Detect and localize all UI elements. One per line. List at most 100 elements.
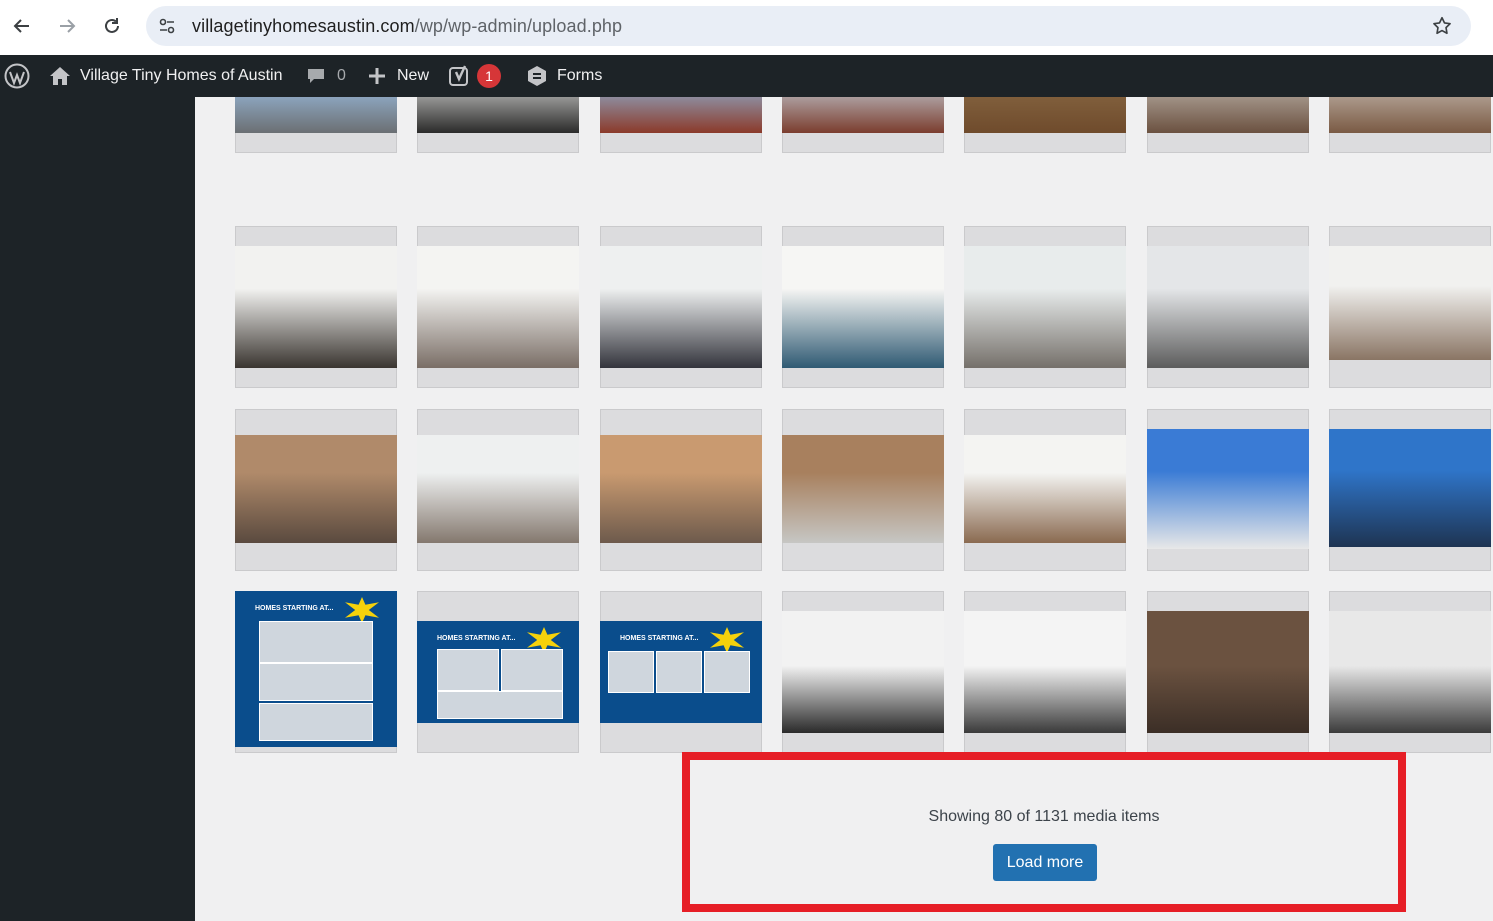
forms-label: Forms <box>557 67 603 84</box>
thumbnail-image <box>235 97 397 133</box>
forward-arrow-icon <box>60 19 76 33</box>
address-bar[interactable]: villagetinyhomesaustin.com/wp/wp-admin/u… <box>146 6 1471 46</box>
media-thumbnail[interactable]: HOMES STARTING AT... <box>235 591 397 753</box>
media-thumbnail[interactable] <box>964 591 1126 753</box>
media-thumbnail[interactable] <box>964 97 1126 153</box>
flyer-headline: HOMES STARTING AT... <box>437 635 516 642</box>
media-thumbnail[interactable] <box>1147 591 1309 753</box>
thumbnail-image <box>1147 97 1309 133</box>
home-icon <box>50 67 70 85</box>
flyer-photo <box>501 649 563 691</box>
load-more-area: Showing 80 of 1131 media items Load more <box>682 752 1406 912</box>
thumbnail-image <box>235 246 397 368</box>
thumbnail-image <box>964 611 1126 733</box>
flyer-headline: HOMES STARTING AT... <box>620 635 699 642</box>
media-thumbnail[interactable] <box>1147 409 1309 571</box>
flyer-photo <box>704 651 750 693</box>
gravity-forms-icon <box>528 66 546 86</box>
media-thumbnail[interactable] <box>417 226 579 388</box>
reload-icon <box>105 18 119 33</box>
wp-admin-bar: Village Tiny Homes of Austin 0 New 1 For… <box>0 55 1493 97</box>
load-more-button[interactable]: Load more <box>993 844 1097 881</box>
price-flyer-image: HOMES STARTING AT... <box>600 621 762 723</box>
comments-count: 0 <box>337 67 346 84</box>
reload-button[interactable] <box>98 10 126 42</box>
site-settings-icon[interactable] <box>158 17 176 35</box>
media-thumbnail[interactable] <box>782 97 944 153</box>
thumbnail-image <box>964 97 1126 133</box>
media-thumbnail[interactable] <box>1329 97 1491 153</box>
url-text: villagetinyhomesaustin.com/wp/wp-admin/u… <box>192 16 622 37</box>
thumbnail-image <box>417 97 579 133</box>
flyer-photo <box>259 703 373 741</box>
thumbnail-image <box>1147 246 1309 368</box>
price-burst-graphic <box>710 627 744 653</box>
media-thumbnail[interactable] <box>782 409 944 571</box>
thumbnail-image <box>1147 429 1309 549</box>
thumbnail-image <box>1329 97 1491 133</box>
flyer-photo <box>437 691 563 719</box>
back-button[interactable] <box>8 10 36 42</box>
thumbnail-image <box>1147 611 1309 733</box>
flyer-photo <box>259 663 373 701</box>
new-content-menu[interactable]: New <box>368 55 429 97</box>
flyer-photo <box>608 651 654 693</box>
thumbnail-image <box>235 435 397 543</box>
thumbnail-image <box>600 97 762 133</box>
media-thumbnail[interactable] <box>782 591 944 753</box>
bookmark-star-icon[interactable] <box>1431 15 1453 37</box>
media-thumbnail[interactable] <box>235 226 397 388</box>
highlight-box <box>682 752 1406 912</box>
wordpress-logo-icon <box>4 63 30 89</box>
media-thumbnail[interactable] <box>1147 226 1309 388</box>
site-name-menu[interactable]: Village Tiny Homes of Austin <box>49 55 282 97</box>
media-thumbnail[interactable] <box>235 409 397 571</box>
media-thumbnail[interactable] <box>782 226 944 388</box>
url-path: /wp/wp-admin/upload.php <box>414 16 623 36</box>
media-thumbnail[interactable]: HOMES STARTING AT... <box>417 591 579 753</box>
media-thumbnail[interactable] <box>600 226 762 388</box>
back-arrow-icon <box>13 19 29 33</box>
browser-toolbar: villagetinyhomesaustin.com/wp/wp-admin/u… <box>0 0 1493 55</box>
forward-button[interactable] <box>53 10 81 42</box>
thumbnail-image <box>1329 429 1491 547</box>
wp-logo-menu[interactable] <box>4 55 30 97</box>
price-burst-graphic <box>345 597 379 623</box>
media-thumbnail[interactable] <box>600 97 762 153</box>
media-thumbnail[interactable] <box>964 409 1126 571</box>
thumbnail-image <box>600 435 762 543</box>
media-thumbnail[interactable] <box>1147 97 1309 153</box>
new-label: New <box>397 67 430 84</box>
media-thumbnail[interactable] <box>417 97 579 153</box>
media-thumbnail[interactable] <box>235 97 397 153</box>
thumbnail-image <box>782 435 944 543</box>
price-flyer-image: HOMES STARTING AT... <box>235 591 397 747</box>
thumbnail-image <box>600 246 762 368</box>
thumbnail-image <box>1329 246 1491 360</box>
thumbnail-image <box>417 246 579 368</box>
media-thumbnail[interactable] <box>1329 226 1491 388</box>
flyer-headline: HOMES STARTING AT... <box>255 605 334 612</box>
plus-icon <box>369 68 385 84</box>
media-thumbnail[interactable] <box>964 226 1126 388</box>
thumbnail-image <box>782 611 944 733</box>
media-thumbnail[interactable] <box>417 409 579 571</box>
flyer-photo <box>259 621 373 663</box>
flyer-photo <box>437 649 499 691</box>
flyer-photo <box>656 651 702 693</box>
media-count-text: Showing 80 of 1131 media items <box>928 808 1160 825</box>
yoast-seo-menu[interactable]: 1 <box>449 55 501 97</box>
comments-menu[interactable]: 0 <box>306 55 346 97</box>
thumbnail-image <box>1329 611 1491 733</box>
media-thumbnail[interactable]: HOMES STARTING AT... <box>600 591 762 753</box>
forms-menu[interactable]: Forms <box>526 55 602 97</box>
thumbnail-image <box>782 246 944 368</box>
media-thumbnail[interactable] <box>1329 409 1491 571</box>
media-thumbnail[interactable] <box>600 409 762 571</box>
thumbnail-image <box>964 246 1126 368</box>
thumbnail-image <box>782 97 944 133</box>
media-thumbnail[interactable] <box>1329 591 1491 753</box>
thumbnail-image <box>964 435 1126 543</box>
thumbnail-image <box>417 435 579 543</box>
price-flyer-image: HOMES STARTING AT... <box>417 621 579 723</box>
